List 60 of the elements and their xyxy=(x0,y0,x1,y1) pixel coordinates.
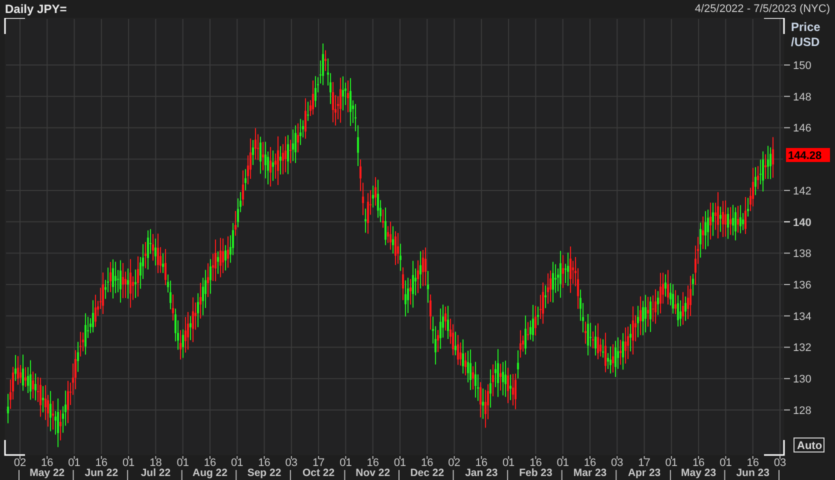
month-label: Nov 22 xyxy=(356,467,390,479)
day-tick-label: 01 xyxy=(231,457,244,469)
day-tick-label: 16 xyxy=(366,457,379,469)
day-tick-label: 16 xyxy=(530,457,542,469)
month-label: Jun 22 xyxy=(84,467,118,479)
price-tick-label: 148 xyxy=(793,91,812,104)
day-tick-label: 01 xyxy=(665,457,678,469)
day-tick-label: 16 xyxy=(746,457,759,469)
day-tick-label: 16 xyxy=(95,457,108,469)
chart-title: Daily JPY= xyxy=(5,1,67,18)
price-tick-label: 138 xyxy=(793,248,812,260)
month-label: Feb 23 xyxy=(519,467,552,479)
day-tick-label: 01 xyxy=(68,457,80,469)
price-tick-label: 130 xyxy=(793,374,812,386)
day-tick-label: 03 xyxy=(611,457,624,469)
day-tick-label: 01 xyxy=(502,457,515,469)
day-tick-label: 03 xyxy=(285,457,298,469)
day-tick-label: 16 xyxy=(41,457,54,469)
axis-title: /USD xyxy=(791,35,820,49)
day-tick-label: 03 xyxy=(774,457,786,469)
month-label: Jul 22 xyxy=(140,467,171,479)
price-tick-label: 146 xyxy=(793,122,812,135)
day-tick-label: 16 xyxy=(475,457,488,469)
day-tick-label: 16 xyxy=(421,457,434,469)
day-tick-label: 16 xyxy=(692,457,705,469)
day-tick-label: 17 xyxy=(312,457,325,469)
day-tick-label: 16 xyxy=(584,457,596,469)
day-tick-label: 16 xyxy=(258,457,270,469)
day-tick-label: 18 xyxy=(150,457,162,469)
month-label: Apr 23 xyxy=(628,467,661,479)
day-tick-label: 01 xyxy=(394,457,406,469)
price-tick-label: 142 xyxy=(793,185,812,198)
price-tick-label: 140 xyxy=(793,216,812,229)
day-tick-label: 02 xyxy=(14,457,26,469)
price-tick-label: 132 xyxy=(793,342,812,354)
month-label: Sep 22 xyxy=(247,467,282,479)
month-label: Aug 22 xyxy=(192,467,228,479)
month-label: Mar 23 xyxy=(573,467,607,479)
month-label: Jun 23 xyxy=(736,467,770,479)
price-tick-label: 134 xyxy=(793,310,812,323)
price-tick-label: 150 xyxy=(793,60,812,72)
day-tick-label: 01 xyxy=(122,457,135,469)
month-label: May 23 xyxy=(681,467,716,479)
last-price-badge: 144.28 xyxy=(786,148,830,162)
month-label: Oct 22 xyxy=(302,467,335,479)
month-label: Jan 23 xyxy=(465,467,498,479)
price-tick-label: 128 xyxy=(793,404,812,417)
day-tick-label: 02 xyxy=(448,457,460,469)
day-tick-label: 17 xyxy=(638,457,650,469)
auto-button-label[interactable]: Auto xyxy=(797,440,822,452)
price-tick-label: 136 xyxy=(793,280,812,292)
axis-title: Price xyxy=(791,20,820,34)
day-tick-label: 01 xyxy=(556,457,569,469)
date-range: 4/25/2022 - 7/5/2023 (NYC) xyxy=(694,2,830,17)
day-tick-label: 16 xyxy=(204,457,216,469)
month-label: May 22 xyxy=(30,467,65,479)
day-tick-label: 01 xyxy=(720,457,732,469)
day-tick-label: 01 xyxy=(340,457,352,469)
day-tick-label: 01 xyxy=(176,457,189,469)
month-label: Dec 22 xyxy=(410,467,444,479)
